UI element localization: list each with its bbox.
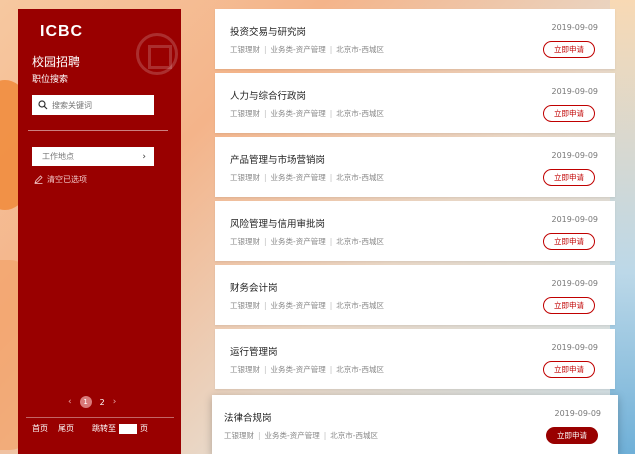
page-jump: 跳转至 页	[92, 423, 148, 434]
job-date: 2019-09-09	[554, 409, 602, 418]
jump-suffix: 页	[140, 424, 148, 433]
job-meta: 工银理财 | 业务类-资产管理 | 北京市-西城区	[230, 237, 384, 246]
job-meta: 工银理财 | 业务类-资产管理 | 北京市-西城区	[230, 365, 384, 374]
pencil-icon	[34, 175, 43, 184]
location-select[interactable]: 工作地点 ›	[32, 147, 154, 166]
job-date: 2019-09-09	[551, 151, 599, 160]
chevron-right-icon: ›	[142, 151, 146, 162]
apply-button[interactable]: 立即申请	[543, 361, 595, 378]
job-date: 2019-09-09	[551, 279, 599, 288]
footer-nav: 首页 尾页 跳转至 页	[32, 423, 178, 434]
job-card[interactable]: 投资交易与研究岗 2019-09-09 工银理财 | 业务类-资产管理 | 北京市-西城…	[215, 9, 615, 69]
job-card[interactable]: 法律合规岗 2019-09-09 工银理财 | 业务类-资产管理 | 北京市-西城区 立…	[212, 395, 618, 454]
job-date: 2019-09-09	[551, 23, 599, 32]
job-date: 2019-09-09	[551, 215, 599, 224]
clear-filters-link[interactable]: 清空已选项	[34, 174, 87, 185]
job-card[interactable]: 人力与综合行政岗 2019-09-09 工银理财 | 业务类-资产管理 | 北京市-西城…	[215, 73, 615, 133]
job-meta: 工银理财 | 业务类-资产管理 | 北京市-西城区	[230, 301, 384, 310]
clear-filters-label: 清空已选项	[47, 175, 87, 184]
pagination: ‹ 1 2 ›	[68, 396, 116, 408]
page-2-button[interactable]: 2	[100, 398, 105, 407]
job-title[interactable]: 人力与综合行政岗	[230, 88, 306, 102]
jump-page-input[interactable]	[119, 423, 137, 434]
apply-button[interactable]: 立即申请	[543, 169, 595, 186]
job-date: 2019-09-09	[551, 343, 599, 352]
search-box[interactable]	[32, 95, 154, 115]
search-icon	[38, 100, 48, 110]
job-card[interactable]: 财务会计岗 2019-09-09 工银理财 | 业务类-资产管理 | 北京市-西城区 立…	[215, 265, 615, 325]
page-subtitle: 职位搜索	[32, 75, 69, 85]
job-title[interactable]: 风险管理与信用审批岗	[230, 216, 325, 230]
job-title[interactable]: 产品管理与市场营销岗	[230, 152, 325, 166]
apply-button[interactable]: 立即申请	[543, 41, 595, 58]
job-title[interactable]: 运行管理岗	[230, 344, 278, 358]
icbc-logo[interactable]: ICBC	[40, 23, 83, 41]
prev-page-button[interactable]: ‹	[68, 397, 72, 407]
job-title[interactable]: 财务会计岗	[230, 280, 278, 294]
sidebar: ICBC 校园招聘 职位搜索 工作地点 › 清空已选项 ‹ 1 2 › 首页 尾…	[18, 9, 181, 454]
job-card[interactable]: 产品管理与市场营销岗 2019-09-09 工银理财 | 业务类-资产管理 | 北京市-…	[215, 137, 615, 197]
page-1-button[interactable]: 1	[79, 396, 92, 408]
job-meta: 工银理财 | 业务类-资产管理 | 北京市-西城区	[230, 173, 384, 182]
job-meta: 工银理财 | 业务类-资产管理 | 北京市-西城区	[224, 431, 378, 440]
search-input[interactable]	[52, 100, 152, 110]
apply-button[interactable]: 立即申请	[543, 105, 595, 122]
first-page-link[interactable]: 首页	[32, 423, 48, 434]
apply-button[interactable]: 立即申请	[543, 233, 595, 250]
job-title[interactable]: 投资交易与研究岗	[230, 24, 306, 38]
location-label: 工作地点	[42, 152, 74, 161]
apply-button[interactable]: 立即申请	[543, 297, 595, 314]
jump-label: 跳转至	[92, 424, 116, 433]
icbc-seal-icon	[136, 33, 178, 75]
job-card[interactable]: 运行管理岗 2019-09-09 工银理财 | 业务类-资产管理 | 北京市-西城区 立…	[215, 329, 615, 389]
job-date: 2019-09-09	[551, 87, 599, 96]
last-page-link[interactable]: 尾页	[58, 423, 74, 434]
apply-button[interactable]: 立即申请	[546, 427, 598, 444]
site-title: 校园招聘	[32, 55, 81, 69]
job-title[interactable]: 法律合规岗	[224, 410, 272, 424]
divider	[26, 417, 174, 418]
job-meta: 工银理财 | 业务类-资产管理 | 北京市-西城区	[230, 109, 384, 118]
next-page-button[interactable]: ›	[113, 397, 117, 407]
job-card[interactable]: 风险管理与信用审批岗 2019-09-09 工银理财 | 业务类-资产管理 | 北京市-…	[215, 201, 615, 261]
divider	[28, 130, 168, 131]
job-meta: 工银理财 | 业务类-资产管理 | 北京市-西城区	[230, 45, 384, 54]
